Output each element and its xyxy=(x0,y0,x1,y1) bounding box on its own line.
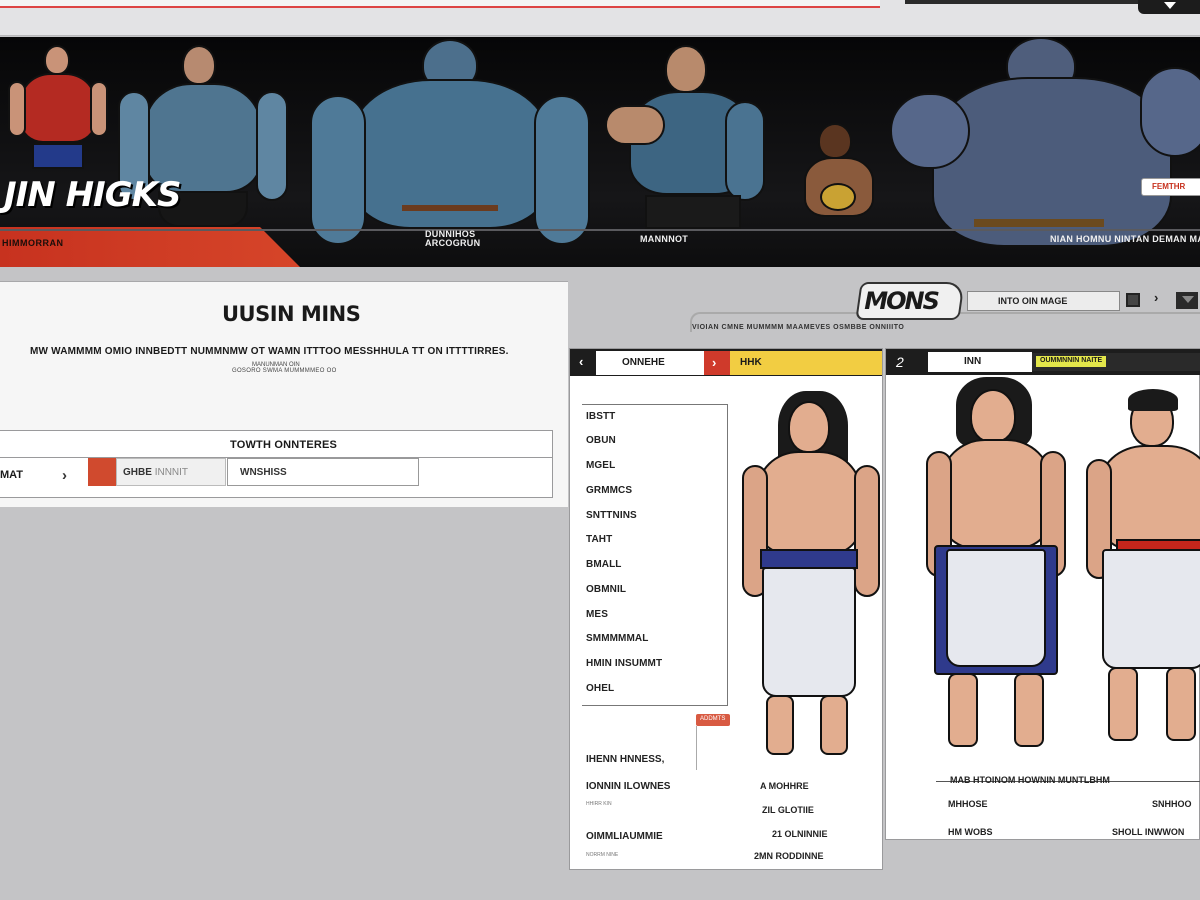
stat-item[interactable]: IBSTT xyxy=(586,411,615,422)
chevron-right-icon[interactable]: › xyxy=(62,467,67,484)
fighter-portrait-red[interactable] xyxy=(8,45,108,195)
stat-item[interactable]: OBMNIL xyxy=(586,584,626,595)
compare-tab-bar: 2 INN OUMMNNIN NAITE xyxy=(886,349,1200,375)
detail-sublabel: NORRM NINE xyxy=(586,852,619,858)
compare-fighter-b[interactable] xyxy=(1086,389,1200,769)
filter-color-swatch[interactable] xyxy=(88,458,116,486)
tab-active[interactable]: ONNEHE xyxy=(596,351,704,375)
banner-tag: HIMMORRAN xyxy=(2,238,64,248)
filter-input[interactable]: GHBE INNNIT xyxy=(116,458,226,486)
address-strip[interactable] xyxy=(0,0,880,8)
info-panel: UUSIN MINS MW WAMMMM OMIO INNBEDTT NUMMN… xyxy=(0,281,568,507)
filter-bar: TOWTH ONNTERES MAT › GHBE INNNIT WNSHISS xyxy=(0,430,553,498)
window-menu-button[interactable] xyxy=(1138,0,1200,14)
header-subtitle: VIOIAN CMNE MUMMMM MAAMEVES OSMBBE ONNII… xyxy=(692,324,905,331)
tab-highlight[interactable]: HHK xyxy=(730,351,882,375)
stat-item[interactable]: OHEL xyxy=(586,683,614,694)
filter-input-placeholder: INNNIT xyxy=(154,467,189,478)
stat-item[interactable]: BMALL xyxy=(586,559,622,570)
compare-highlight-label: OUMMNNIN NAITE xyxy=(1036,356,1106,367)
search-field[interactable]: INTO OIN MAGE xyxy=(967,291,1120,311)
stat-item[interactable]: OBUN xyxy=(586,435,616,446)
compare-label: SHOLL INWWON xyxy=(1112,827,1185,837)
compare-highlight-tab[interactable]: OUMMNNIN NAITE xyxy=(1032,353,1200,371)
fighter-portrait-center[interactable] xyxy=(310,39,590,249)
detail-label: IONNIN ILOWNES xyxy=(586,781,671,792)
hero-banner: JIN HIGKS HIMMORRAN DUNNIHOS ARCOGRUN MA… xyxy=(0,37,1200,267)
mons-logo[interactable]: MONS xyxy=(855,282,965,320)
compare-label: MHHOSE xyxy=(948,799,988,809)
stat-item[interactable]: GRMMCS xyxy=(586,485,632,496)
stat-item[interactable]: TAHT xyxy=(586,534,612,545)
stat-item[interactable]: SNTTNINS xyxy=(586,510,637,521)
compare-tab[interactable]: INN xyxy=(928,352,1032,372)
tab-bar: ‹ ONNEHE › HHK xyxy=(570,349,882,376)
chevron-down-icon xyxy=(1182,296,1194,303)
fighter-portrait-small[interactable] xyxy=(792,123,888,233)
stat-item[interactable]: SMMMMMAL xyxy=(586,633,648,644)
compare-label: SNHHOO xyxy=(1152,799,1192,809)
filter-input-value: GHBE xyxy=(123,467,152,478)
detail-value: 21 OLNINNIE xyxy=(772,829,828,839)
toolbar-frame xyxy=(905,0,1145,4)
character-illustration[interactable] xyxy=(740,389,882,779)
stat-item[interactable]: MES xyxy=(586,609,608,620)
banner-caption-2: MANNNOT xyxy=(640,234,689,244)
compare-fighter-a[interactable] xyxy=(926,377,1066,777)
compare-label: MAB HTOINOM HOWNIN MUNTLBHM xyxy=(950,775,1110,785)
banner-caption-3: NIAN HOMNU NINTAN DEMAN MANMOL xyxy=(1050,234,1200,244)
stat-item[interactable]: HMIN INSUMMT xyxy=(586,658,662,669)
filter-label: MAT xyxy=(0,469,24,481)
window-top-bar xyxy=(0,0,1200,36)
detail-label: IHENN HNNESS, xyxy=(586,754,665,765)
banner-badge[interactable]: FEMTHR xyxy=(1141,178,1200,196)
compare-panel: 2 INN OUMMNNIN NAITE MAB HTOINOM HOWNIN … xyxy=(885,348,1200,840)
add-tag-button[interactable]: ADDMTS xyxy=(696,714,730,726)
banner-caption-1: DUNNIHOS ARCOGRUN xyxy=(425,229,481,248)
chevron-down-icon xyxy=(1164,2,1176,9)
detail-value: 2MN RODDINNE xyxy=(754,851,824,861)
fighter-portrait-giant[interactable] xyxy=(890,37,1200,257)
chevron-right-icon[interactable]: › xyxy=(1154,290,1158,305)
detail-value: ZIL GLOTIIE xyxy=(762,805,814,815)
compare-label: HM WOBS xyxy=(948,827,993,837)
character-panel: ‹ ONNEHE › HHK IBSTT OBUN MGEL GRMMCS SN… xyxy=(569,348,883,870)
section-subcaption: GOSORO SWMA MUMMMMEO OO xyxy=(232,368,337,374)
dropdown-button[interactable] xyxy=(1176,292,1198,309)
section-heading: UUSIN MINS xyxy=(222,302,361,326)
filter-title: TOWTH ONNTERES xyxy=(230,439,338,451)
section-description: MW WAMMMM OMIO INNBEDTT NUMMNMW OT WAMN … xyxy=(30,346,509,357)
banner-title: JIN HIGKS xyxy=(4,175,181,215)
stat-item[interactable]: MGEL xyxy=(586,460,615,471)
fighter-portrait-guard[interactable] xyxy=(605,45,775,230)
filter-secondary-input[interactable]: WNSHISS xyxy=(227,458,419,486)
logo-text: MONS xyxy=(864,287,938,315)
tab-next-button[interactable]: › xyxy=(704,351,730,375)
compare-index: 2 xyxy=(896,354,904,370)
detail-sublabel: HHIRR KIN xyxy=(586,801,612,807)
detail-label: OIMMLIAUMMIE xyxy=(586,831,663,842)
back-chevron-icon[interactable]: ‹ xyxy=(570,349,596,376)
detail-value: A MOHHRE xyxy=(760,781,809,791)
grid-view-icon[interactable] xyxy=(1126,293,1140,307)
